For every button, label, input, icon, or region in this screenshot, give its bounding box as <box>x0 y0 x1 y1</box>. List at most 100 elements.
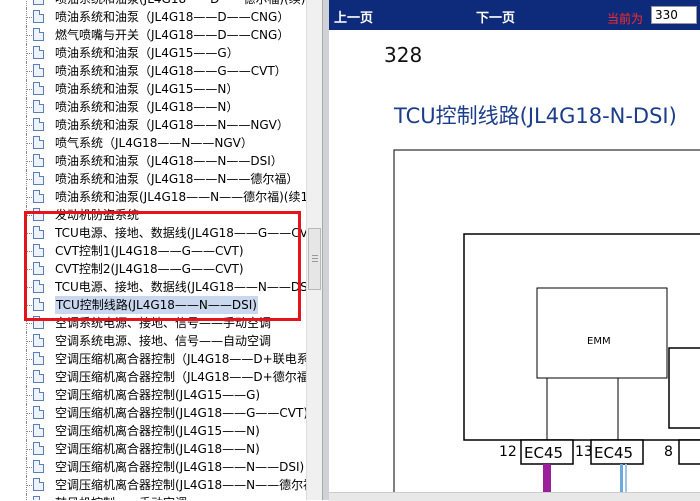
tree-item[interactable]: 空调压缩机离合器控制(JL4G18——N) <box>0 440 306 458</box>
tree-item-label: 空调压缩机离合器控制(JL4G15——N) <box>55 424 260 438</box>
tree-scrollbar[interactable] <box>306 0 323 500</box>
tree-branch-line <box>26 35 32 36</box>
tree-branch-line <box>26 467 32 468</box>
tree-item-label: 喷油系统和油泵（JL4G15——N） <box>55 82 239 96</box>
document-icon <box>33 118 44 131</box>
tree-branch-line <box>26 341 32 342</box>
tree-branch-line <box>26 179 32 180</box>
tree-item[interactable]: 空调压缩机离合器控制(JL4G15——G) <box>0 386 306 404</box>
tree-branch-line <box>26 431 32 432</box>
tree-item-label: 空调压缩机离合器控制(JL4G18——N) <box>55 442 260 456</box>
tree-item[interactable]: 喷气系统（JL4G18——N——NGV） <box>0 134 306 152</box>
tree-branch-line <box>26 449 32 450</box>
document-icon <box>33 370 44 383</box>
wire-blue <box>620 464 623 492</box>
document-icon <box>33 424 44 437</box>
tree-item-label: 燃气喷嘴与开关（JL4G18——D——CNG） <box>55 28 290 42</box>
tree-item-label: 喷油系统和油泵(JL4G18——N——德尔福)(续1 <box>55 190 306 204</box>
tree-item-label: 喷油系统和油泵（JL4G18——N） <box>55 100 239 114</box>
document-icon <box>33 154 44 167</box>
tree-item[interactable]: 喷油系统和油泵（JL4G18——N——德尔福） <box>0 170 306 188</box>
tree-item-label: 喷油系统和油泵(JL4G18——D——德尔福)(续) <box>55 0 305 8</box>
tree-item[interactable]: 燃气喷嘴与开关（JL4G18——D——CNG） <box>0 26 306 44</box>
tree-branch-line <box>26 395 32 396</box>
prev-page-link[interactable]: 上一页 <box>334 7 373 26</box>
connector-pin-13: 13 <box>575 444 593 460</box>
tree-item[interactable]: 空调压缩机离合器控制(JL4G18——N——DSI) <box>0 458 306 476</box>
tree-item[interactable]: 喷油系统和油泵（JL4G15——G） <box>0 44 306 62</box>
tree-item-label: 鼓风机控制——手动空调 <box>55 494 187 500</box>
connector-ec45-c <box>678 439 700 465</box>
tree-item[interactable]: 喷油系统和油泵（JL4G18——N——DSI） <box>0 152 306 170</box>
connector-name-a: EC45 <box>524 444 563 462</box>
document-icon <box>33 334 44 347</box>
page-number-input[interactable] <box>651 6 697 24</box>
tree-item[interactable]: 喷油系统和油泵（JL4G15——N） <box>0 80 306 98</box>
tree-scroll-thumb[interactable] <box>308 228 321 290</box>
document-icon <box>33 388 44 401</box>
tree-item-label: 空调压缩机离合器控制(JL4G18——N——DSI) <box>55 460 305 474</box>
tree-item[interactable]: 空调压缩机离合器控制（JL4G18——D+联电系 <box>0 350 306 368</box>
tree-branch-line <box>26 71 32 72</box>
nav-bar: 上一页 下一页 当前为 <box>329 0 700 30</box>
document-icon <box>33 0 44 5</box>
tree-item[interactable]: 空调压缩机离合器控制(JL4G18——G——CVT) <box>0 404 306 422</box>
tree-item[interactable]: 鼓风机控制——手动空调 <box>0 494 306 500</box>
tree-branch-line <box>26 53 32 54</box>
tree-item[interactable]: 喷油系统和油泵(JL4G18——D——德尔福)(续) <box>0 0 306 8</box>
wire-blue-2 <box>625 464 627 492</box>
tree-item[interactable]: 喷油系统和油泵（JL4G18——D——CNG） <box>0 8 306 26</box>
next-page-link[interactable]: 下一页 <box>476 7 515 26</box>
tree-item[interactable]: 喷油系统和油泵（JL4G18——N） <box>0 98 306 116</box>
document-icon <box>33 28 44 41</box>
tree-item-label: 空调压缩机离合器控制（JL4G18——D+联电系 <box>55 352 306 366</box>
tree-item[interactable]: 空调压缩机离合器控制（JL4G18——D+德尔福 <box>0 368 306 386</box>
tree-branch-line <box>26 161 32 162</box>
tree-item-label: 喷油系统和油泵（JL4G15——G） <box>55 46 239 60</box>
tree-item-label: 喷油系统和油泵（JL4G18——N——DSI） <box>55 154 283 168</box>
emm-module <box>536 287 668 379</box>
tree-item[interactable]: 喷油系统和油泵（JL4G18——G——CVT） <box>0 62 306 80</box>
page-viewer: 上一页 下一页 当前为 328 TCU控制线路(JL4G18-N-DSI) EM… <box>329 0 700 501</box>
tree-branch-line <box>26 17 32 18</box>
document-icon <box>33 82 44 95</box>
tree-branch-line <box>26 143 32 144</box>
tree-item-label: 喷油系统和油泵（JL4G18——N——NGV） <box>55 118 289 132</box>
tree-item-label: 空调系统电源、接地、信号——自动空调 <box>55 334 272 348</box>
tree-item-label: 空调压缩机离合器控制(JL4G18——G——CVT) <box>55 406 306 420</box>
tree-branch-line <box>26 197 32 198</box>
tree-item[interactable]: 喷油系统和油泵（JL4G18——N——NGV） <box>0 116 306 134</box>
document-icon <box>33 100 44 113</box>
tree-item[interactable]: 空调压缩机离合器控制(JL4G15——N) <box>0 422 306 440</box>
tree-branch-line <box>26 107 32 108</box>
tree-item-label: 喷油系统和油泵（JL4G18——N——德尔福） <box>55 172 299 186</box>
document-icon <box>33 136 44 149</box>
document-icon <box>33 190 44 203</box>
tree-item[interactable]: 空调压缩机离合器控制(JL4G18——N——德尔福 <box>0 476 306 494</box>
document-icon <box>33 460 44 473</box>
tree-branch-line <box>26 125 32 126</box>
current-page-label: 当前为 <box>607 12 644 26</box>
tree-item[interactable]: 空调系统电源、接地、信号——自动空调 <box>0 332 306 350</box>
right-component <box>668 347 700 429</box>
tree-item[interactable]: 喷油系统和油泵(JL4G18——N——德尔福)(续1 <box>0 188 306 206</box>
tree-branch-line <box>26 413 32 414</box>
tree-branch-line <box>26 359 32 360</box>
document-icon <box>33 46 44 59</box>
tree-branch-line <box>26 89 32 90</box>
connector-pin-8: 8 <box>664 444 673 460</box>
tree-item-label: 空调压缩机离合器控制（JL4G18——D+德尔福 <box>55 370 306 384</box>
tree-item-label: 空调压缩机离合器控制(JL4G15——G) <box>55 388 261 402</box>
document-icon <box>33 64 44 77</box>
tree-branch-line <box>26 323 32 324</box>
tree-guide-line <box>26 494 27 500</box>
tree-guide-line <box>26 0 27 8</box>
tree-item-label: 喷油系统和油泵（JL4G18——G——CVT） <box>55 64 287 78</box>
tree-item-label: 空调压缩机离合器控制(JL4G18——N——德尔福 <box>55 478 306 492</box>
tree-item-label: 喷油系统和油泵（JL4G18——D——CNG） <box>55 10 290 24</box>
document-icon <box>33 10 44 23</box>
connector-pin-12: 12 <box>499 444 517 460</box>
tcu-box <box>463 233 700 441</box>
tree-branch-line <box>26 485 32 486</box>
page-content: 328 TCU控制线路(JL4G18-N-DSI) EMM 12 EC45 13… <box>329 30 700 492</box>
